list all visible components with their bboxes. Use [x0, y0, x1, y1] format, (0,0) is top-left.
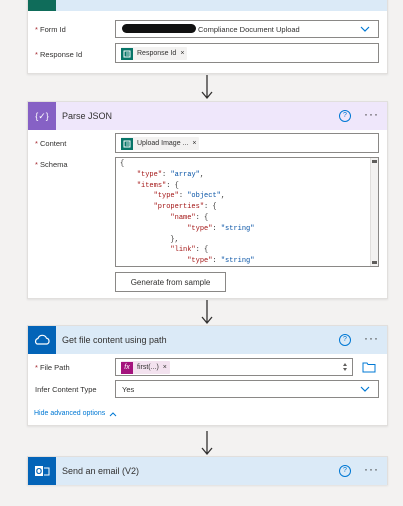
hide-advanced-options-label: Hide advanced options: [34, 410, 106, 417]
generate-from-sample-button[interactable]: Generate from sample: [115, 272, 226, 292]
content-field[interactable]: Upload Image ... ×: [115, 133, 379, 153]
form-id-dropdown[interactable]: Compliance Document Upload: [115, 20, 379, 38]
forms-icon: [121, 47, 133, 60]
editor-scrollbar[interactable]: [370, 158, 378, 266]
parse-json-card: {✓} Parse JSON ? ··· * Content Upload Im…: [27, 101, 388, 299]
onedrive-icon: [28, 326, 56, 354]
content-label: * Content: [35, 139, 67, 148]
infer-content-type-dropdown[interactable]: Yes: [115, 380, 379, 398]
more-options-icon[interactable]: ···: [364, 107, 379, 121]
infer-content-type-label: Infer Content Type: [35, 385, 97, 394]
expression-token[interactable]: fx first(...) ×: [121, 361, 170, 374]
file-path-label: * File Path: [35, 363, 70, 372]
expression-token-label: first(...): [137, 364, 159, 371]
outlook-icon: O: [28, 457, 56, 485]
flow-arrow-icon: [201, 431, 213, 456]
send-email-header[interactable]: O Send an email (V2) ? ···: [28, 457, 387, 485]
response-id-token-label: Response Id: [137, 50, 177, 57]
form-id-value: Compliance Document Upload: [198, 25, 300, 34]
svg-text:{✓}: {✓}: [35, 111, 49, 121]
parse-json-header[interactable]: {✓} Parse JSON ? ···: [28, 102, 387, 130]
get-response-details-card: * Form Id Compliance Document Upload * R…: [27, 0, 388, 74]
file-path-field[interactable]: fx first(...) ×: [115, 358, 353, 376]
more-options-icon[interactable]: ···: [364, 331, 379, 345]
content-token-label: Upload Image ...: [137, 140, 189, 147]
send-email-card: O Send an email (V2) ? ···: [27, 456, 388, 485]
remove-token-icon[interactable]: ×: [180, 50, 184, 57]
get-file-content-title: Get file content using path: [62, 335, 167, 345]
response-id-label: * Response Id: [35, 50, 83, 59]
spinner-arrows-icon[interactable]: [342, 361, 348, 373]
flow-arrow-icon: [201, 75, 213, 100]
response-id-field[interactable]: Response Id ×: [115, 43, 379, 63]
schema-code: { "type": "array", "items": { "type": "o…: [120, 160, 255, 266]
folder-icon[interactable]: [362, 361, 376, 373]
get-file-content-card: Get file content using path ? ··· * File…: [27, 325, 388, 426]
flow-arrow-icon: [201, 300, 213, 325]
response-id-token[interactable]: Response Id ×: [121, 47, 188, 60]
chevron-down-icon[interactable]: [360, 25, 370, 33]
chevron-up-icon: [109, 411, 117, 416]
parse-json-title: Parse JSON: [62, 111, 113, 121]
content-token[interactable]: Upload Image ... ×: [121, 137, 200, 150]
remove-token-icon[interactable]: ×: [192, 140, 196, 147]
help-icon[interactable]: ?: [339, 110, 351, 122]
form-id-label: * Form Id: [35, 25, 66, 34]
get-file-content-header[interactable]: Get file content using path ? ···: [28, 326, 387, 354]
schema-label: * Schema: [35, 160, 68, 169]
hide-advanced-options-link[interactable]: Hide advanced options: [34, 410, 117, 417]
data-operation-icon: {✓}: [28, 102, 56, 130]
infer-content-type-value: Yes: [122, 385, 135, 394]
more-options-icon[interactable]: ···: [364, 462, 379, 476]
help-icon[interactable]: ?: [339, 334, 351, 346]
forms-icon: [121, 137, 133, 150]
schema-editor[interactable]: { "type": "array", "items": { "type": "o…: [115, 157, 379, 267]
help-icon[interactable]: ?: [339, 465, 351, 477]
expression-icon: fx: [121, 361, 133, 374]
remove-token-icon[interactable]: ×: [163, 364, 167, 371]
send-email-title: Send an email (V2): [62, 466, 140, 476]
chevron-down-icon[interactable]: [360, 385, 370, 393]
forms-icon: [28, 0, 56, 11]
svg-text:O: O: [36, 467, 42, 476]
redacted-form-name: [122, 24, 196, 33]
card-header-strip: [28, 0, 387, 11]
